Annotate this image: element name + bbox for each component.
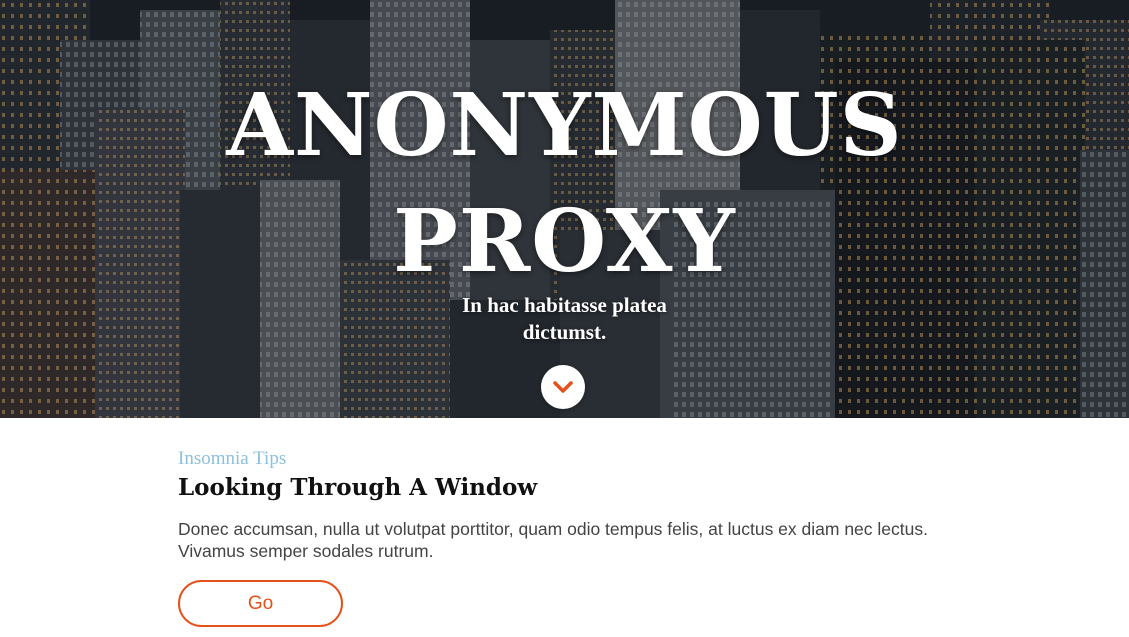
scroll-down-button[interactable] <box>541 365 585 409</box>
post-title: Looking Through A Window <box>178 474 538 501</box>
post-excerpt-line-1: Donec accumsan, nulla ut volutpat portti… <box>178 519 928 539</box>
hero-title: ANONYMOUS PROXY <box>0 68 1129 300</box>
hero-subtitle-line-1: In hac habitasse platea <box>462 293 667 317</box>
post-category[interactable]: Insomnia Tips <box>178 448 978 470</box>
hero-subtitle: In hac habitasse platea dictumst. <box>0 292 1129 346</box>
hero-section: ANONYMOUS PROXY In hac habitasse platea … <box>0 0 1129 418</box>
go-button[interactable]: Go <box>178 580 343 627</box>
post-preview: Insomnia Tips Looking Through A Window D… <box>178 418 978 627</box>
hero-title-line-2: PROXY <box>393 191 736 292</box>
hero-subtitle-line-2: dictumst. <box>522 320 607 344</box>
post-excerpt-line-2: Vivamus semper sodales rutrum. <box>178 541 434 561</box>
post-excerpt: Donec accumsan, nulla ut volutpat portti… <box>178 518 978 562</box>
chevron-down-icon <box>553 381 573 393</box>
hero-title-line-1: ANONYMOUS <box>226 75 903 176</box>
